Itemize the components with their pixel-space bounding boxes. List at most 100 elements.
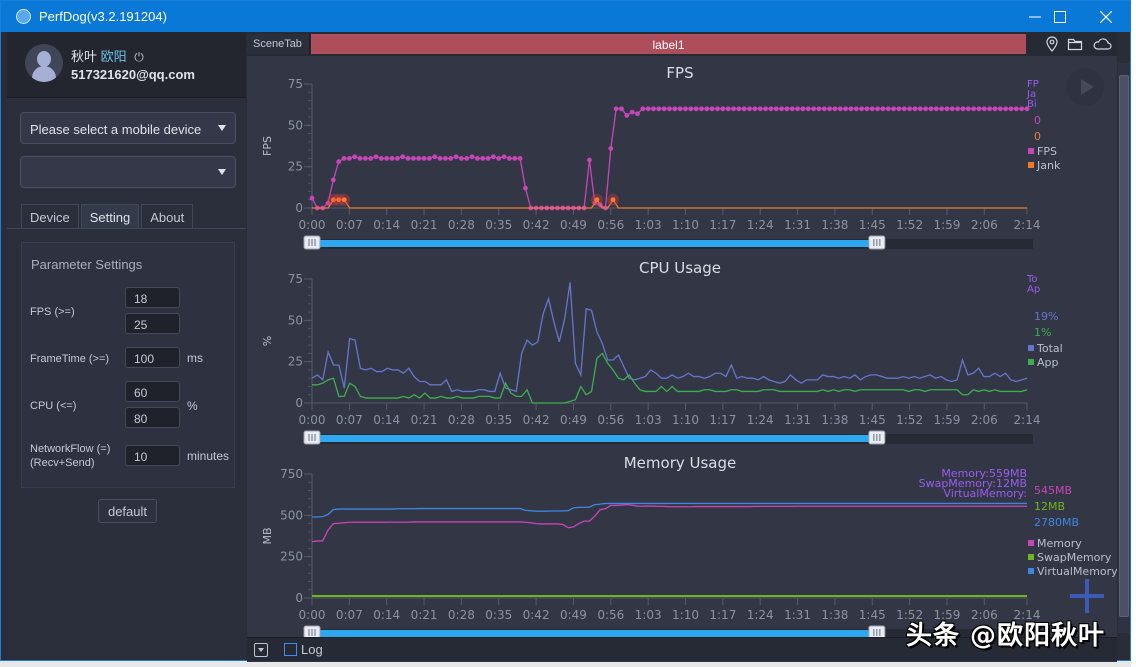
chart-0: FPS FPS 0 25 50 75 0:00 0:07 0:14 0:21 0:28 0:35 0:4… xyxy=(261,64,1061,250)
fps-point xyxy=(437,156,443,161)
x-tick-label: 0:07 xyxy=(336,608,363,622)
fps-point xyxy=(1008,106,1014,112)
cpu-label: CPU (<=) xyxy=(30,400,77,412)
cursor-label: VirtualMemory: xyxy=(943,487,1027,500)
location-icon[interactable] xyxy=(1044,36,1060,52)
chevron-down-icon xyxy=(218,169,226,175)
add-chart-button[interactable] xyxy=(1070,579,1104,613)
legend-label: App xyxy=(1037,356,1059,369)
x-tick-label: 0:35 xyxy=(485,608,512,622)
device-select[interactable]: Please select a mobile device xyxy=(20,112,236,144)
jank-point xyxy=(341,197,347,203)
fps-point xyxy=(410,156,416,161)
fps-point xyxy=(523,185,528,191)
legend-swatch-virtualmemory xyxy=(1028,568,1034,574)
power-icon[interactable]: ⏻ xyxy=(134,50,144,64)
y-tick-label: 0 xyxy=(295,201,303,215)
default-button[interactable]: default xyxy=(98,499,157,523)
cloud-icon[interactable] xyxy=(1092,36,1112,52)
chart-title: FPS xyxy=(666,64,693,82)
tab-device[interactable]: Device xyxy=(21,204,79,228)
fps-point xyxy=(976,106,982,112)
chart-title: Memory Usage xyxy=(624,454,737,472)
y-tick-label: 750 xyxy=(280,467,303,481)
sidebar: 秋叶 欧阳 ⏻ 517321620@qq.com Please select a… xyxy=(7,32,246,660)
x-tick-label: 0:49 xyxy=(560,413,587,427)
y-tick-label: 75 xyxy=(288,77,303,91)
fps-point xyxy=(795,106,800,112)
maximize-button[interactable] xyxy=(1037,1,1083,32)
fps-point xyxy=(336,159,342,165)
y-tick-label: 500 xyxy=(280,508,303,522)
scrollbar-thumb[interactable] xyxy=(1119,75,1129,617)
play-button[interactable] xyxy=(1066,68,1104,106)
fps-point xyxy=(741,106,747,112)
series-line-virtualmemory xyxy=(312,502,1027,518)
fps-point xyxy=(464,156,470,161)
x-tick-label: 1:52 xyxy=(896,413,923,427)
legend-label: Memory xyxy=(1037,537,1082,550)
x-tick-label: 1:17 xyxy=(709,608,736,622)
chevron-down-icon xyxy=(218,125,226,131)
title-bar: PerfDog(v3.2.191204) xyxy=(1,1,1130,32)
y-tick-label: 50 xyxy=(288,313,303,327)
fps-point xyxy=(693,106,699,112)
cpu-threshold-input-1[interactable]: 60 xyxy=(125,381,180,402)
frametime-input[interactable]: 100 xyxy=(125,347,180,368)
app-select[interactable] xyxy=(20,156,236,188)
folder-icon[interactable] xyxy=(1067,36,1083,52)
fps-point xyxy=(811,106,816,112)
tab-about[interactable]: About xyxy=(141,204,194,228)
fps-point xyxy=(965,106,971,112)
x-tick-label: 0:14 xyxy=(373,413,400,427)
charts-area: FPS FPS 0 25 50 75 0:00 0:07 0:14 0:21 0:28 0:35 0:4… xyxy=(261,64,1117,640)
fps-point xyxy=(875,106,880,112)
fps-point xyxy=(816,106,822,112)
fps-threshold-input-1[interactable]: 18 xyxy=(125,287,180,308)
x-tick-label: 0:21 xyxy=(411,608,438,622)
avatar[interactable] xyxy=(25,44,63,82)
x-tick-label: 2:14 xyxy=(1014,218,1041,232)
legend-label: SwapMemory xyxy=(1037,551,1112,564)
x-tick-label: 1:24 xyxy=(747,413,774,427)
close-button[interactable] xyxy=(1083,1,1129,32)
fps-point xyxy=(448,156,454,161)
current-value: 545MB xyxy=(1034,484,1072,497)
cpu-threshold-input-2[interactable]: 80 xyxy=(125,407,180,428)
scene-tab[interactable]: SceneTab xyxy=(247,34,310,54)
fps-point xyxy=(720,106,726,112)
tab-setting[interactable]: Setting xyxy=(80,204,140,228)
networkflow-input[interactable]: 10 xyxy=(125,445,180,466)
x-tick-label: 1:10 xyxy=(672,608,699,622)
scene-label[interactable]: label1 xyxy=(311,34,1026,54)
user-name: 秋叶 欧阳 ⏻ xyxy=(71,49,144,64)
vertical-scrollbar[interactable] xyxy=(1118,63,1130,633)
jank-point xyxy=(594,197,600,203)
fps-point xyxy=(656,106,662,112)
x-tick-label: 1:52 xyxy=(896,218,923,232)
x-tick-label: 0:00 xyxy=(299,608,326,622)
fps-point xyxy=(491,154,496,160)
x-tick-label: 0:21 xyxy=(411,218,438,232)
tab-divider xyxy=(7,228,246,229)
fps-point xyxy=(629,109,635,115)
fps-point xyxy=(405,156,411,161)
x-tick-label: 1:03 xyxy=(635,413,662,427)
fps-threshold-input-2[interactable]: 25 xyxy=(125,313,180,334)
fps-point xyxy=(459,156,464,161)
x-tick-label: 0:49 xyxy=(560,218,587,232)
fps-point xyxy=(715,106,720,112)
fps-point xyxy=(987,106,993,112)
fps-point xyxy=(800,106,806,112)
legend-label: VirtualMemory xyxy=(1037,565,1117,578)
current-value: 0 xyxy=(1034,114,1041,127)
fps-point xyxy=(768,106,774,112)
x-tick-label: 2:06 xyxy=(971,413,998,427)
fps-point xyxy=(960,106,966,112)
log-checkbox[interactable] xyxy=(284,643,297,656)
expand-panel-button[interactable] xyxy=(254,643,268,657)
x-tick-label: 0:07 xyxy=(336,413,363,427)
fps-point xyxy=(821,106,827,112)
fps-point xyxy=(944,106,950,112)
fps-point xyxy=(485,156,491,161)
